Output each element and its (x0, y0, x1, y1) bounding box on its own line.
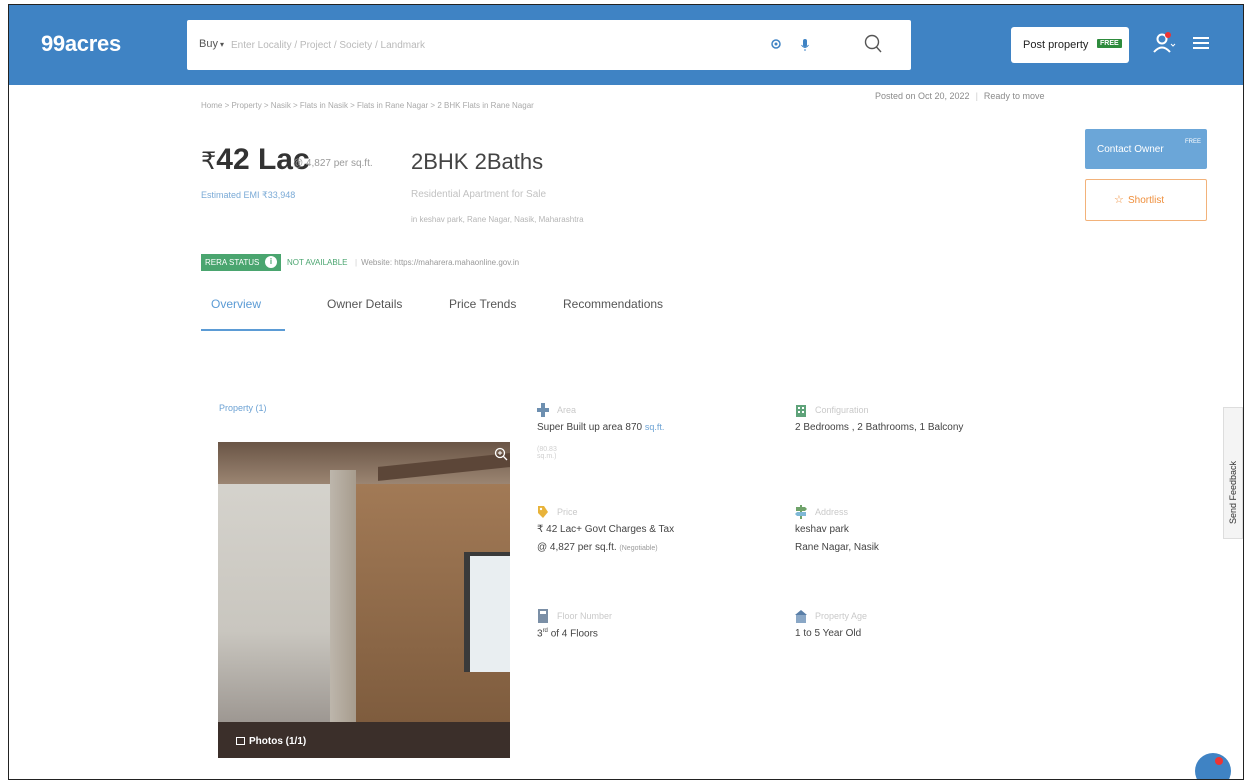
site-logo[interactable]: 99acres (41, 31, 121, 57)
area-unit-selector[interactable]: sq.ft. (645, 422, 665, 432)
send-feedback-tab[interactable]: Send Feedback (1223, 407, 1243, 539)
photo-pillar (330, 470, 356, 730)
star-icon: ☆ (1114, 194, 1124, 206)
listing-subtitle: Residential Apartment for Sale (411, 189, 547, 200)
listing-title: 2BHK 2Baths (411, 149, 544, 174)
search-icon[interactable] (863, 33, 883, 55)
detail-area-value: Super Built up area 870 sq.ft. (537, 422, 664, 433)
search-bar: Buy ▾ (187, 20, 911, 70)
property-age-icon (795, 610, 807, 623)
detail-price-value: ₹ 42 Lac+ Govt Charges & Tax (537, 524, 675, 535)
contact-owner-label: Contact Owner (1097, 144, 1164, 155)
estimated-emi-link[interactable]: Estimated EMI ₹33,948 (201, 190, 295, 201)
photos-count[interactable]: Photos (1/1) (236, 736, 306, 747)
free-badge: FREE (1097, 39, 1122, 48)
separator: | (355, 258, 358, 267)
building-icon (796, 405, 806, 417)
rera-status-badge: RERA STATUS i (201, 254, 281, 271)
rera-status-value: NOT AVAILABLE (287, 258, 348, 267)
price-per-sqft: @ 4,827 per sq.ft. (293, 158, 373, 169)
active-tab-indicator (201, 329, 285, 331)
detail-floor-value: 3rd of 4 Floors (537, 628, 598, 639)
negotiable-tag: (Negotiable) (619, 545, 658, 552)
notification-dot (1215, 757, 1223, 765)
detail-address-line2: Rane Nagar, Nasik (795, 542, 879, 553)
contact-owner-button[interactable]: Contact Owner FREE (1085, 129, 1207, 169)
detail-age-value: 1 to 5 Year Old (795, 628, 862, 639)
detail-address-line1: keshav park (795, 524, 849, 535)
info-icon[interactable]: i (265, 256, 277, 268)
post-property-button[interactable]: Post property FREE (1011, 27, 1129, 63)
property-photo[interactable]: Photos (1/1) (218, 442, 510, 758)
photo-wall (218, 442, 348, 758)
zoom-in-icon[interactable] (494, 447, 508, 461)
floor-suffix: rd (542, 628, 548, 634)
currency-symbol: ₹ (201, 148, 217, 175)
area-icon (537, 403, 549, 417)
posted-info: Posted on Oct 20, 2022 | Ready to move (875, 91, 1044, 101)
detail-price-label: Price (557, 507, 578, 517)
separator: | (975, 91, 978, 101)
search-input[interactable] (231, 34, 751, 56)
listing-address: in keshav park, Rane Nagar, Nasik, Mahar… (411, 215, 584, 224)
shortlist-label: Shortlist (1128, 195, 1165, 206)
photo-window (464, 552, 510, 672)
chevron-down-icon: ▾ (219, 40, 224, 49)
buy-dropdown-label: Buy (199, 38, 218, 50)
detail-price-persqft: @ 4,827 per sq.ft. (Negotiable) (537, 542, 658, 553)
possession-status: Ready to move (983, 91, 1045, 101)
buy-dropdown[interactable]: Buy ▾ (199, 38, 224, 50)
detail-configuration-value: 2 Bedrooms , 2 Bathrooms, 1 Balcony (795, 422, 964, 433)
detail-floor-label: Floor Number (557, 611, 613, 621)
location-pin-icon[interactable] (771, 39, 781, 51)
rera-website: | Website: https://maharera.mahaonline.go… (355, 258, 519, 267)
send-feedback-label: Send Feedback (1228, 460, 1238, 524)
tab-owner-details[interactable]: Owner Details (327, 297, 402, 311)
price-persqft-text: @ 4,827 per sq.ft. (537, 542, 617, 553)
detail-area-sub: (80.83 sq.m.) (537, 446, 557, 460)
posted-date: Posted on Oct 20, 2022 (875, 91, 970, 101)
chat-bot-icon[interactable] (1195, 753, 1231, 779)
contact-free-tag: FREE (1185, 139, 1202, 145)
detail-area-label: Area (557, 405, 577, 415)
user-account-icon[interactable] (1152, 31, 1176, 55)
area-value-text: Super Built up area 870 (537, 422, 643, 433)
breadcrumb[interactable]: Home > Property > Nasik > Flats in Nasik… (201, 101, 534, 110)
floor-total: of 4 Floors (550, 628, 598, 640)
floor-icon (538, 609, 548, 623)
photos-count-label: Photos (1/1) (249, 736, 307, 747)
shortlist-button[interactable]: ☆ Shortlist (1085, 179, 1207, 221)
browser-frame: 99acres Buy▾ Post property FREE Home > P… (8, 4, 1244, 780)
rera-badge-label: RERA STATUS (205, 258, 260, 267)
microphone-icon[interactable] (800, 38, 810, 52)
tab-overview[interactable]: Overview (211, 297, 261, 311)
signpost-icon (795, 505, 807, 519)
tab-recommendations[interactable]: Recommendations (563, 297, 663, 311)
detail-age-label: Property Age (815, 611, 868, 621)
post-property-label: Post property (1023, 39, 1089, 51)
property-photos-label: Property (1) (219, 403, 267, 413)
tab-price-trends[interactable]: Price Trends (449, 297, 516, 311)
rera-website-link[interactable]: Website: https://maharera.mahaonline.gov… (361, 258, 519, 267)
detail-configuration-label: Configuration (815, 405, 869, 415)
menu-icon[interactable] (1193, 37, 1209, 49)
top-navbar: 99acres Buy▾ Post property FREE (9, 5, 1243, 85)
detail-address-label: Address (815, 507, 849, 517)
price-tag-icon (538, 506, 548, 518)
image-icon (236, 737, 245, 745)
